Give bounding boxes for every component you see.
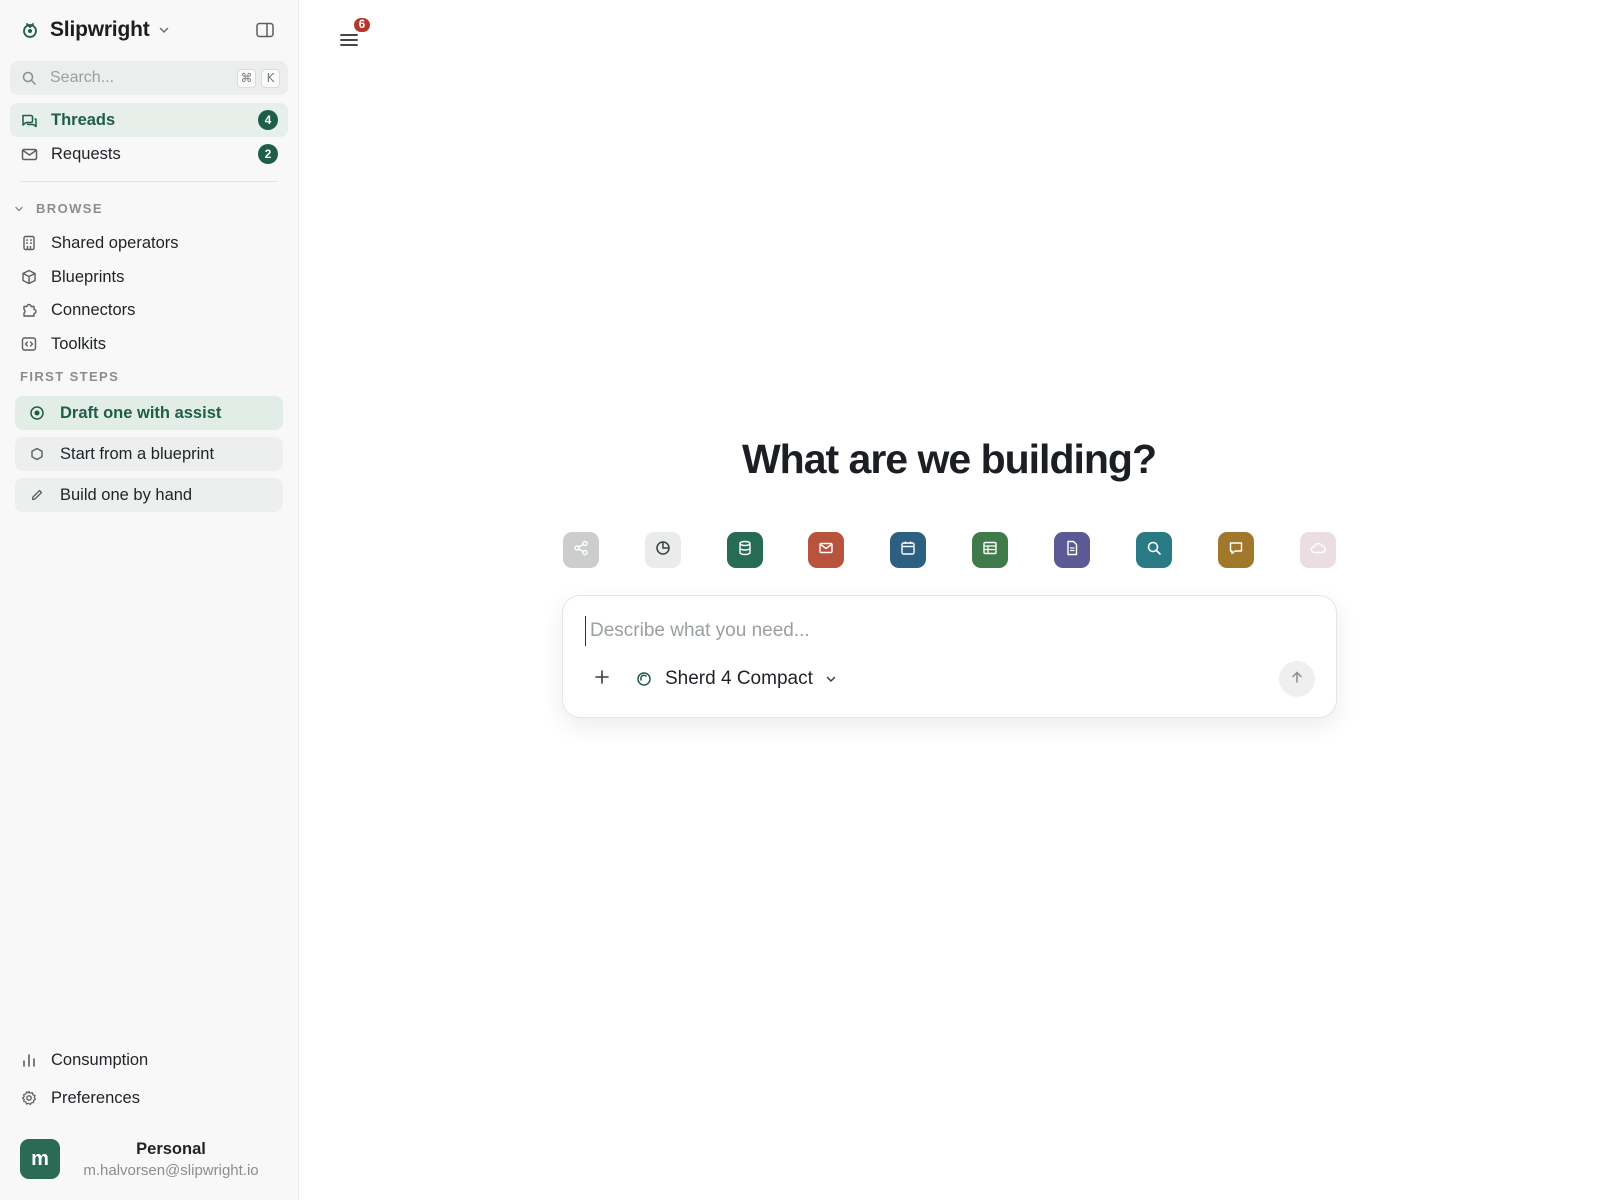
search-placeholder: Search... xyxy=(50,69,115,86)
first-step-label: Start from a blueprint xyxy=(60,444,215,463)
chevron-down-icon xyxy=(14,203,26,215)
workspace-logo-icon xyxy=(20,20,40,40)
sidebar-item-toolkits[interactable]: Toolkits xyxy=(10,327,288,361)
cloud-icon xyxy=(1310,540,1326,561)
search-icon xyxy=(22,70,38,86)
pie-chart-icon xyxy=(655,540,671,561)
sidebar-item-blueprints[interactable]: Blueprints xyxy=(10,260,288,294)
page-title: What are we building? xyxy=(741,436,1157,482)
sidebar-item-label: Threads xyxy=(51,110,116,129)
arrow-up-icon xyxy=(1290,670,1304,689)
connector-chat[interactable] xyxy=(1218,532,1254,568)
database-icon xyxy=(737,540,753,561)
prompt-input[interactable] xyxy=(585,616,1305,646)
first-step-start-from-blueprint[interactable]: Start from a blueprint xyxy=(15,437,283,471)
avatar: m xyxy=(20,1139,60,1179)
connector-docs[interactable] xyxy=(1054,532,1090,568)
chevron-down-icon xyxy=(158,23,172,37)
first-step-draft-with-assist[interactable]: Draft one with assist xyxy=(15,396,283,430)
account-email: m.halvorsen@slipwright.io xyxy=(83,1161,259,1179)
chevron-down-icon xyxy=(825,672,839,686)
account-name: Personal xyxy=(136,1139,206,1158)
chat-icon xyxy=(1228,540,1244,561)
notification-badge: 6 xyxy=(352,16,372,34)
cube-icon xyxy=(20,268,38,286)
connector-strip xyxy=(563,531,1337,569)
connector-search[interactable] xyxy=(1136,532,1172,568)
connector-calendar[interactable] xyxy=(890,532,926,568)
shortcut-mod-key: ⌘ xyxy=(237,68,256,88)
connector-sheets[interactable] xyxy=(972,532,1008,568)
requests-count-badge: 2 xyxy=(258,144,278,164)
connector-analytics[interactable] xyxy=(645,532,681,568)
sidebar-item-requests[interactable]: Requests 2 xyxy=(10,137,288,171)
sidebar-item-label: Connectors xyxy=(51,300,136,319)
prompt-composer: Sherd 4 Compact xyxy=(562,595,1337,718)
mail-icon xyxy=(20,145,38,163)
chat-bubbles-icon xyxy=(20,111,38,129)
model-name: Sherd 4 Compact xyxy=(665,668,813,689)
account-switcher[interactable]: m Personal m.halvorsen@slipwright.io xyxy=(20,1137,282,1181)
plus-icon xyxy=(594,669,610,690)
calendar-icon xyxy=(900,540,916,561)
connector-database[interactable] xyxy=(727,532,763,568)
sidebar-item-threads[interactable]: Threads 4 xyxy=(10,103,288,137)
workspace-switcher[interactable]: Slipwright xyxy=(20,14,280,46)
account-info: Personal m.halvorsen@slipwright.io xyxy=(60,1140,282,1179)
sidebar: Slipwright Search... ⌘ K Threads 4 Reque… xyxy=(0,0,299,1200)
first-step-label: Draft one with assist xyxy=(60,403,222,422)
sidebar-item-label: Requests xyxy=(51,144,121,163)
sidebar-item-label: Toolkits xyxy=(51,334,107,353)
browse-section-toggle[interactable]: BROWSE xyxy=(14,201,103,216)
sidebar-item-preferences[interactable]: Preferences xyxy=(10,1081,288,1115)
sidebar-divider xyxy=(20,181,278,182)
sidebar-item-consumption[interactable]: Consumption xyxy=(10,1043,288,1077)
workspace-name: Slipwright xyxy=(50,18,150,41)
browse-section-label: BROWSE xyxy=(36,201,103,216)
building-icon xyxy=(20,234,38,252)
first-step-build-by-hand[interactable]: Build one by hand xyxy=(15,478,283,512)
puzzle-icon xyxy=(20,301,38,319)
sidebar-item-connectors[interactable]: Connectors xyxy=(10,293,288,327)
target-icon xyxy=(28,404,46,422)
sidebar-item-label: Blueprints xyxy=(51,267,125,286)
sidebar-item-label: Shared operators xyxy=(51,233,179,252)
table-icon xyxy=(982,540,998,561)
connector-cloud[interactable] xyxy=(1300,532,1336,568)
search-icon xyxy=(1146,540,1162,561)
document-icon xyxy=(1064,540,1080,561)
threads-count-badge: 4 xyxy=(258,110,278,130)
model-selector[interactable]: Sherd 4 Compact xyxy=(635,665,839,693)
shortcut-key: K xyxy=(261,68,280,88)
sidebar-search[interactable]: Search... ⌘ K xyxy=(10,61,288,95)
hexagon-icon xyxy=(28,445,46,463)
pencil-icon xyxy=(28,486,46,504)
model-logo-icon xyxy=(635,670,653,688)
connector-share[interactable] xyxy=(563,532,599,568)
first-steps-label: FIRST STEPS xyxy=(20,369,120,384)
bar-chart-icon xyxy=(20,1051,38,1069)
code-box-icon xyxy=(20,335,38,353)
sidebar-item-label: Consumption xyxy=(51,1050,149,1069)
add-attachment-button[interactable] xyxy=(591,668,613,690)
gear-icon xyxy=(20,1089,38,1107)
mail-icon xyxy=(818,540,834,561)
send-button[interactable] xyxy=(1279,661,1315,697)
sidebar-item-shared-operators[interactable]: Shared operators xyxy=(10,226,288,260)
share-icon xyxy=(573,540,589,561)
first-step-label: Build one by hand xyxy=(60,485,193,504)
sidebar-item-label: Preferences xyxy=(51,1088,140,1107)
connector-mail[interactable] xyxy=(808,532,844,568)
sidebar-toggle-icon[interactable] xyxy=(254,20,276,40)
